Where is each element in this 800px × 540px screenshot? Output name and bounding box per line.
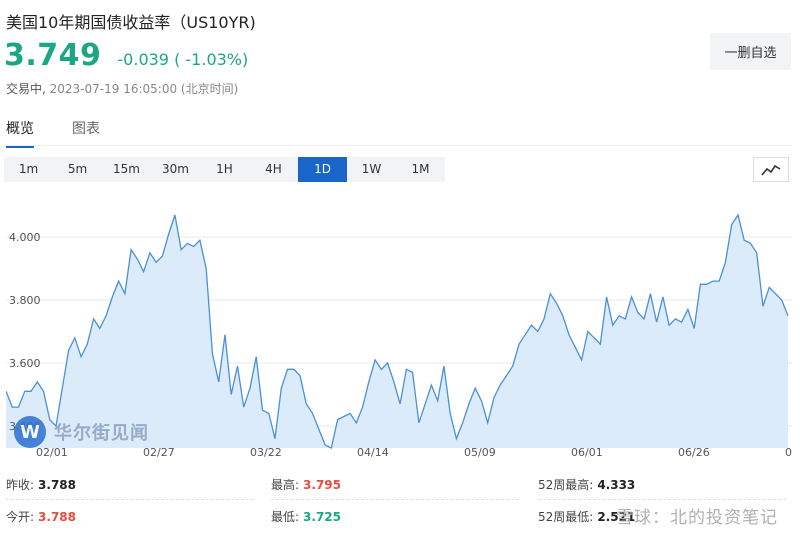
stat-value: 3.725	[303, 510, 342, 524]
period-4h[interactable]: 4H	[249, 157, 298, 182]
instrument-title: 美国10年期国债收益率（US10YR)	[6, 13, 256, 32]
y-tick-label: 4.000	[9, 231, 41, 244]
x-tick-label: 07/1	[785, 446, 792, 459]
watermark-text: 华尔街见闻	[54, 423, 149, 444]
stat-label: 最低:	[271, 510, 300, 524]
period-30m[interactable]: 30m	[151, 157, 200, 182]
x-tick-label: 05/09	[464, 446, 496, 459]
stat-52w-high: 52周最高: 4.333	[538, 470, 786, 500]
y-tick-label: 3.600	[9, 357, 41, 370]
stat-prev-close: 昨收: 3.788	[6, 470, 254, 500]
period-5m[interactable]: 5m	[53, 157, 102, 182]
tab-chart[interactable]: 图表	[72, 118, 100, 148]
stat-value: 3.795	[303, 478, 342, 492]
x-tick-label: 04/14	[357, 446, 389, 459]
stat-low: 最低: 3.725	[271, 502, 519, 532]
period-selector: 1m 5m 15m 30m 1H 4H 1D 1W 1M	[4, 157, 445, 182]
period-1mo[interactable]: 1M	[396, 157, 445, 182]
stat-label: 52周最高:	[538, 478, 594, 492]
quote-row: 3.749 -0.039 ( -1.03%)	[4, 38, 248, 73]
price-change: -0.039 ( -1.03%)	[117, 50, 249, 69]
period-1d[interactable]: 1D	[298, 157, 347, 182]
tab-bar: 概览 图表	[6, 118, 138, 148]
corner-watermark: 雪球：北的投资笔记	[616, 508, 778, 528]
stat-label: 今开:	[6, 510, 35, 524]
y-tick-label: 3.800	[9, 294, 41, 307]
tab-divider	[6, 145, 792, 146]
x-tick-label: 06/01	[571, 446, 603, 459]
status-state: 交易中,	[6, 82, 46, 96]
stat-label: 昨收:	[6, 478, 35, 492]
stat-high: 最高: 3.795	[271, 470, 519, 500]
stat-value: 3.788	[38, 510, 77, 524]
stat-open: 今开: 3.788	[6, 502, 254, 532]
tab-overview[interactable]: 概览	[6, 118, 34, 148]
trading-status: 交易中, 2023-07-19 16:05:00 (北京时间)	[6, 80, 238, 97]
x-tick-label: 06/26	[678, 446, 710, 459]
period-1h[interactable]: 1H	[200, 157, 249, 182]
x-tick-label: 03/22	[250, 446, 282, 459]
stat-value: 3.788	[38, 478, 77, 492]
status-time: 2023-07-19 16:05:00 (北京时间)	[49, 82, 239, 96]
stat-label: 52周最低:	[538, 510, 594, 524]
watermark: W 华尔街见闻	[14, 416, 149, 448]
period-1m[interactable]: 1m	[4, 157, 53, 182]
wallstreetcn-logo-icon: W	[14, 416, 46, 448]
line-chart-icon	[761, 164, 781, 176]
last-price: 3.749	[4, 38, 102, 73]
stat-label: 最高:	[271, 478, 300, 492]
remove-watchlist-button[interactable]: 一删自选	[710, 33, 791, 70]
period-1w[interactable]: 1W	[347, 157, 396, 182]
period-15m[interactable]: 15m	[102, 157, 151, 182]
chart-type-button[interactable]	[753, 157, 789, 182]
stat-value: 4.333	[597, 478, 636, 492]
